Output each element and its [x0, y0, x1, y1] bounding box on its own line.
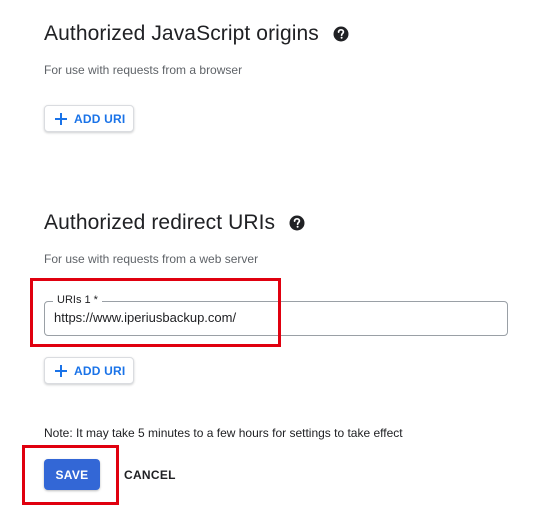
redirect-uris-subtitle: For use with requests from a web server — [44, 252, 259, 266]
js-origins-subtitle: For use with requests from a browser — [44, 63, 243, 77]
oauth-client-settings: Authorized JavaScript origins For use wi… — [0, 0, 558, 517]
js-origins-header: Authorized JavaScript origins — [44, 22, 349, 46]
redirect-uris-title: Authorized redirect URIs — [44, 211, 276, 234]
plus-icon — [54, 112, 68, 126]
js-origins-add-uri-button[interactable]: ADD URI — [44, 105, 135, 132]
help-icon[interactable] — [289, 215, 305, 231]
cancel-button[interactable]: CANCEL — [124, 459, 176, 490]
settings-delay-note: Note: It may take 5 minutes to a few hou… — [44, 426, 403, 440]
js-origins-title: Authorized JavaScript origins — [44, 22, 319, 45]
redirect-uri-field-label: URIs 1 * — [53, 294, 102, 306]
save-button[interactable]: SAVE — [44, 459, 100, 490]
redirect-uris-add-uri-label: ADD URI — [74, 363, 126, 378]
plus-icon — [54, 364, 68, 378]
redirect-uri-field[interactable]: URIs 1 * — [44, 294, 508, 336]
redirect-uris-add-uri-button[interactable]: ADD URI — [44, 357, 135, 384]
js-origins-add-uri-label: ADD URI — [74, 111, 126, 126]
redirect-uri-input[interactable] — [54, 310, 494, 325]
help-icon[interactable] — [333, 26, 349, 42]
redirect-uris-header: Authorized redirect URIs — [44, 211, 305, 235]
